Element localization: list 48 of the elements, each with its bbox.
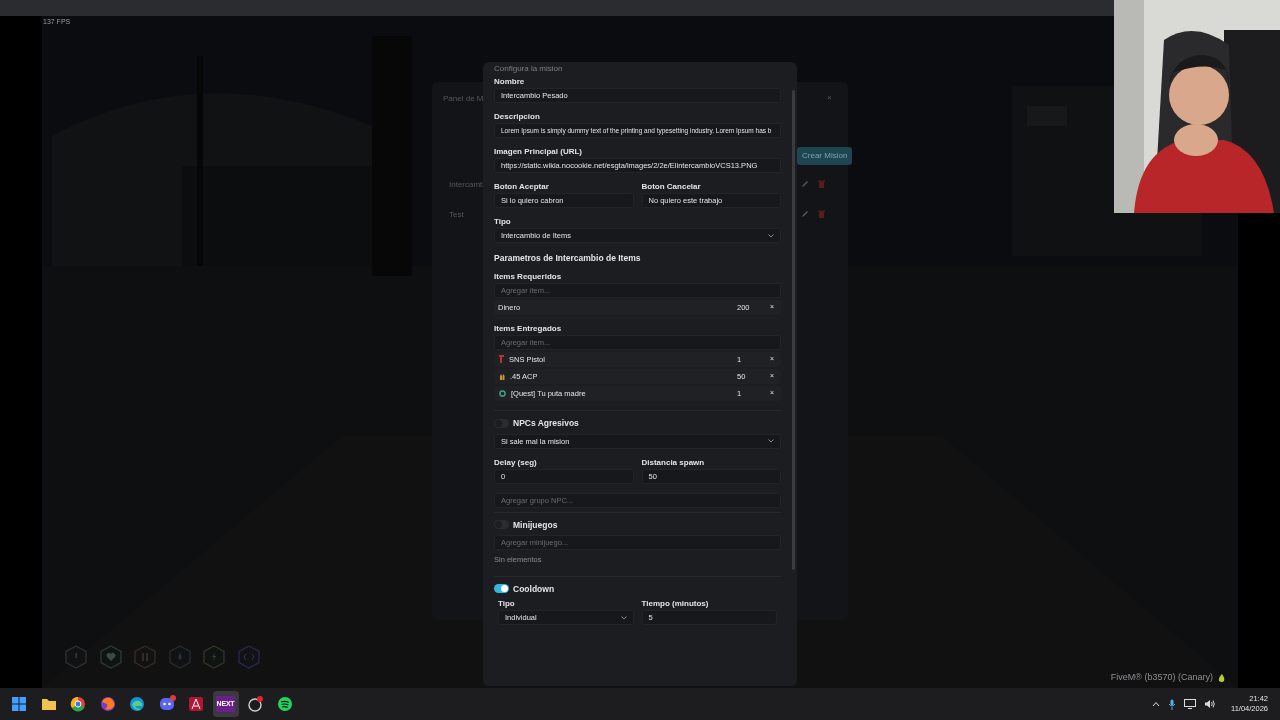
hexagon-status-icon [168,645,191,669]
toggle-label: Cooldown [513,582,555,596]
pear-icon [1217,672,1226,683]
monitor-icon[interactable] [1184,699,1196,709]
microphone-icon[interactable] [1168,698,1176,710]
round-browser-icon[interactable] [69,695,87,713]
toggle-label: Minijuegos [513,518,558,532]
caret-icon [768,233,774,238]
triangle-app-icon[interactable] [187,695,205,713]
toggle-switch[interactable] [494,584,509,594]
windows-logo-icon[interactable] [10,695,28,713]
music-app-icon[interactable] [275,695,294,713]
wave-browser-icon[interactable] [128,695,146,713]
field-label: Tipo [494,217,511,226]
chat-app-icon[interactable] [157,695,176,713]
ring-icon [499,389,506,397]
section-heading: Parametros de Intercambio de Items [494,252,642,265]
hexagon-status-icon [237,645,260,669]
fox-browser-icon[interactable] [98,695,117,713]
field-label: Nombre [494,77,525,86]
bullet-icon [499,372,505,380]
field-label: Delay (seg) [494,457,537,467]
field-label: Items Entregados [494,323,562,333]
pistol-icon [499,355,504,364]
hexagon-status-icon [203,645,225,669]
modal-header: Configura la mision [494,64,564,73]
caret-icon [768,439,774,443]
field-label: Boton Aceptar [494,182,549,191]
caret-up-icon[interactable] [1152,701,1160,707]
field-label: Items Requeridos [494,271,562,281]
pencil-icon[interactable] [801,210,809,218]
field-label: Boton Cancelar [641,182,701,191]
mission-name: Test [449,209,464,221]
field-label: Tiempo (minutos) [641,599,709,609]
round-app-icon[interactable] [246,695,264,713]
caret-icon [620,615,627,620]
hexagon-status-icon [134,645,156,669]
pencil-icon[interactable] [801,180,809,188]
speaker-icon[interactable] [1204,699,1215,709]
field-label: Tipo [498,599,515,609]
field-label: Descripcion [494,112,540,121]
hexagon-status-icon [65,645,87,669]
build-label: FiveM® (b3570) (Canary) [1110,671,1213,684]
field-label: Imagen Principal (URL) [494,147,582,156]
create-mission-button[interactable]: Crear Mision [797,147,853,165]
toggle-label: NPCs Agresivos [513,416,579,430]
field-label: Distancia spawn [641,457,705,467]
hexagon-status-icon [99,645,122,669]
